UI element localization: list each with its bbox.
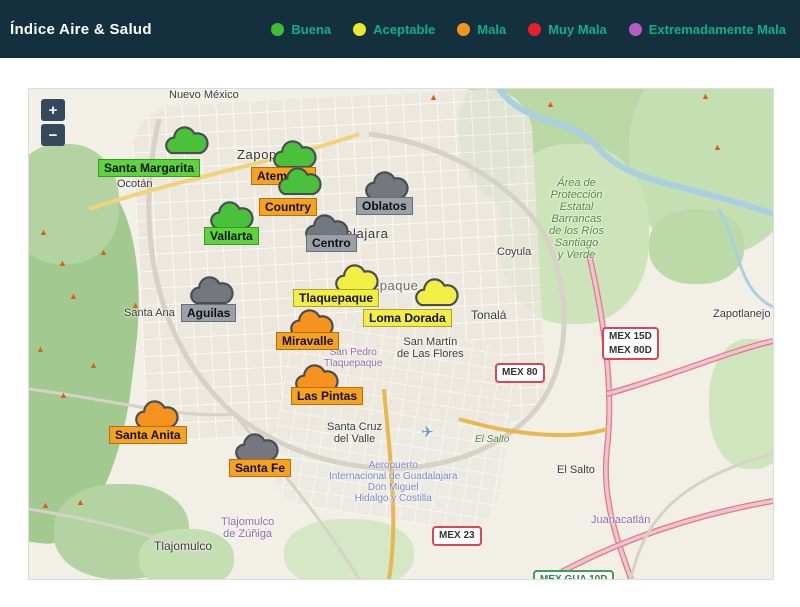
station-aguilas[interactable]: Aguilas xyxy=(181,304,236,322)
zoom-out-button[interactable]: − xyxy=(41,124,65,146)
place-label-juanacatlan: Juanacatlán xyxy=(591,514,650,526)
place-label-ocotan: Ocotán xyxy=(117,178,152,190)
legend-label-mala: Mala xyxy=(477,22,506,37)
river-branch xyxy=(719,209,773,307)
highway-mex80 xyxy=(459,419,607,435)
place-label-nuevo-mexico: Nuevo México xyxy=(169,89,239,101)
place-label-protected-area: Área de Protección Estatal Barrancas de … xyxy=(549,177,604,261)
legend-item-extremadamente-mala: Extremadamente Mala xyxy=(629,22,786,37)
cloud-icon xyxy=(186,271,236,307)
place-label-el-salto-green: El Salto xyxy=(475,434,509,445)
legend-dot-aceptable-icon xyxy=(353,23,366,36)
station-label: Santa Anita xyxy=(109,426,187,444)
station-label: Centro xyxy=(306,234,357,252)
station-santa-anita[interactable]: Santa Anita xyxy=(109,426,187,444)
peak-icon: ▲ xyxy=(58,259,67,268)
station-label: Loma Dorada xyxy=(363,309,452,327)
place-label-tlajomulco: Tlajomulco xyxy=(154,539,212,553)
legend-item-aceptable: Aceptable xyxy=(353,22,435,37)
road-badge-mex80: MEX 80 xyxy=(495,363,545,383)
station-label: Vallarta xyxy=(204,227,259,245)
peak-icon: ▲ xyxy=(701,92,710,101)
legend-label-aceptable: Aceptable xyxy=(373,22,435,37)
legend-label-extremadamente-mala: Extremadamente Mala xyxy=(649,22,786,37)
road-badge-mex15d-80d: MEX 15D MEX 80D xyxy=(602,327,659,360)
legend-label-buena: Buena xyxy=(291,22,331,37)
legend-item-buena: Buena xyxy=(271,22,331,37)
road-badge-mex23: MEX 23 xyxy=(432,526,482,546)
station-label: Oblatos xyxy=(356,197,413,215)
station-label: Las Pintas xyxy=(291,387,363,405)
peak-icon: ▲ xyxy=(36,345,45,354)
legend-label-muy-mala: Muy Mala xyxy=(548,22,607,37)
place-label-zapotlanejo: Zapotlanejo xyxy=(713,308,771,320)
zoom-control: + − xyxy=(41,99,65,146)
page-title: Índice Aire & Salud xyxy=(10,21,152,38)
air-quality-legend: Buena Aceptable Mala Muy Mala Extremadam… xyxy=(271,22,790,37)
peak-icon: ▲ xyxy=(39,228,48,237)
peak-icon: ▲ xyxy=(546,100,555,109)
header: Índice Aire & Salud Buena Aceptable Mala… xyxy=(0,0,800,58)
cloud-icon xyxy=(411,273,461,309)
place-label-airport: Aeropuerto Internacional de Guadalajara … xyxy=(329,460,457,504)
place-label-san-martin: San Martín de Las Flores xyxy=(397,336,464,360)
station-oblatos[interactable]: Oblatos xyxy=(356,197,413,215)
cloud-icon xyxy=(161,121,211,157)
airport-plane-icon: ✈ xyxy=(421,423,434,441)
peak-icon: ▲ xyxy=(429,93,438,102)
road-badge-mex-gua-10d: MEX GUA 10D xyxy=(533,570,614,580)
station-santa-margarita[interactable]: Santa Margarita xyxy=(98,159,200,177)
peak-icon: ▲ xyxy=(713,143,722,152)
place-label-el-salto: El Salto xyxy=(557,464,595,476)
legend-dot-muy-mala-icon xyxy=(528,23,541,36)
legend-item-muy-mala: Muy Mala xyxy=(528,22,607,37)
peak-icon: ▲ xyxy=(69,292,78,301)
peak-icon: ▲ xyxy=(99,248,108,257)
peak-icon: ▲ xyxy=(89,361,98,370)
place-label-coyula: Coyula xyxy=(497,246,531,258)
station-santa-fe[interactable]: Santa Fe xyxy=(229,459,291,477)
place-label-tonala: Tonalá xyxy=(471,308,506,322)
legend-dot-mala-icon xyxy=(457,23,470,36)
place-label-santa-ana: Santa Ana xyxy=(124,307,175,319)
peak-icon: ▲ xyxy=(41,501,50,510)
place-label-tlajomulco-de-zuniga: Tlajomulco de Zúñiga xyxy=(221,516,274,540)
toll-road-east xyxy=(589,254,631,579)
peak-icon: ▲ xyxy=(59,391,68,400)
station-centro[interactable]: Centro xyxy=(306,234,357,252)
peak-icon: ▲ xyxy=(76,498,85,507)
river-path xyxy=(499,89,773,214)
station-label: Santa Fe xyxy=(229,459,291,477)
station-las-pintas[interactable]: Las Pintas xyxy=(291,387,363,405)
station-label: Aguilas xyxy=(181,304,236,322)
zoom-in-button[interactable]: + xyxy=(41,99,65,121)
station-miravalle[interactable]: Miravalle xyxy=(276,332,339,350)
air-quality-map[interactable]: Nuevo México Zapopan Ocotán Guadalajara … xyxy=(28,88,774,580)
place-label-santa-cruz-del-valle: Santa Cruz del Valle xyxy=(327,421,382,445)
cloud-icon xyxy=(274,162,324,198)
station-label: Santa Margarita xyxy=(98,159,200,177)
legend-item-mala: Mala xyxy=(457,22,506,37)
station-vallarta[interactable]: Vallarta xyxy=(204,227,259,245)
station-label: Miravalle xyxy=(276,332,339,350)
legend-dot-buena-icon xyxy=(271,23,284,36)
legend-dot-extremadamente-mala-icon xyxy=(629,23,642,36)
station-loma-dorada[interactable]: Loma Dorada xyxy=(363,309,452,327)
